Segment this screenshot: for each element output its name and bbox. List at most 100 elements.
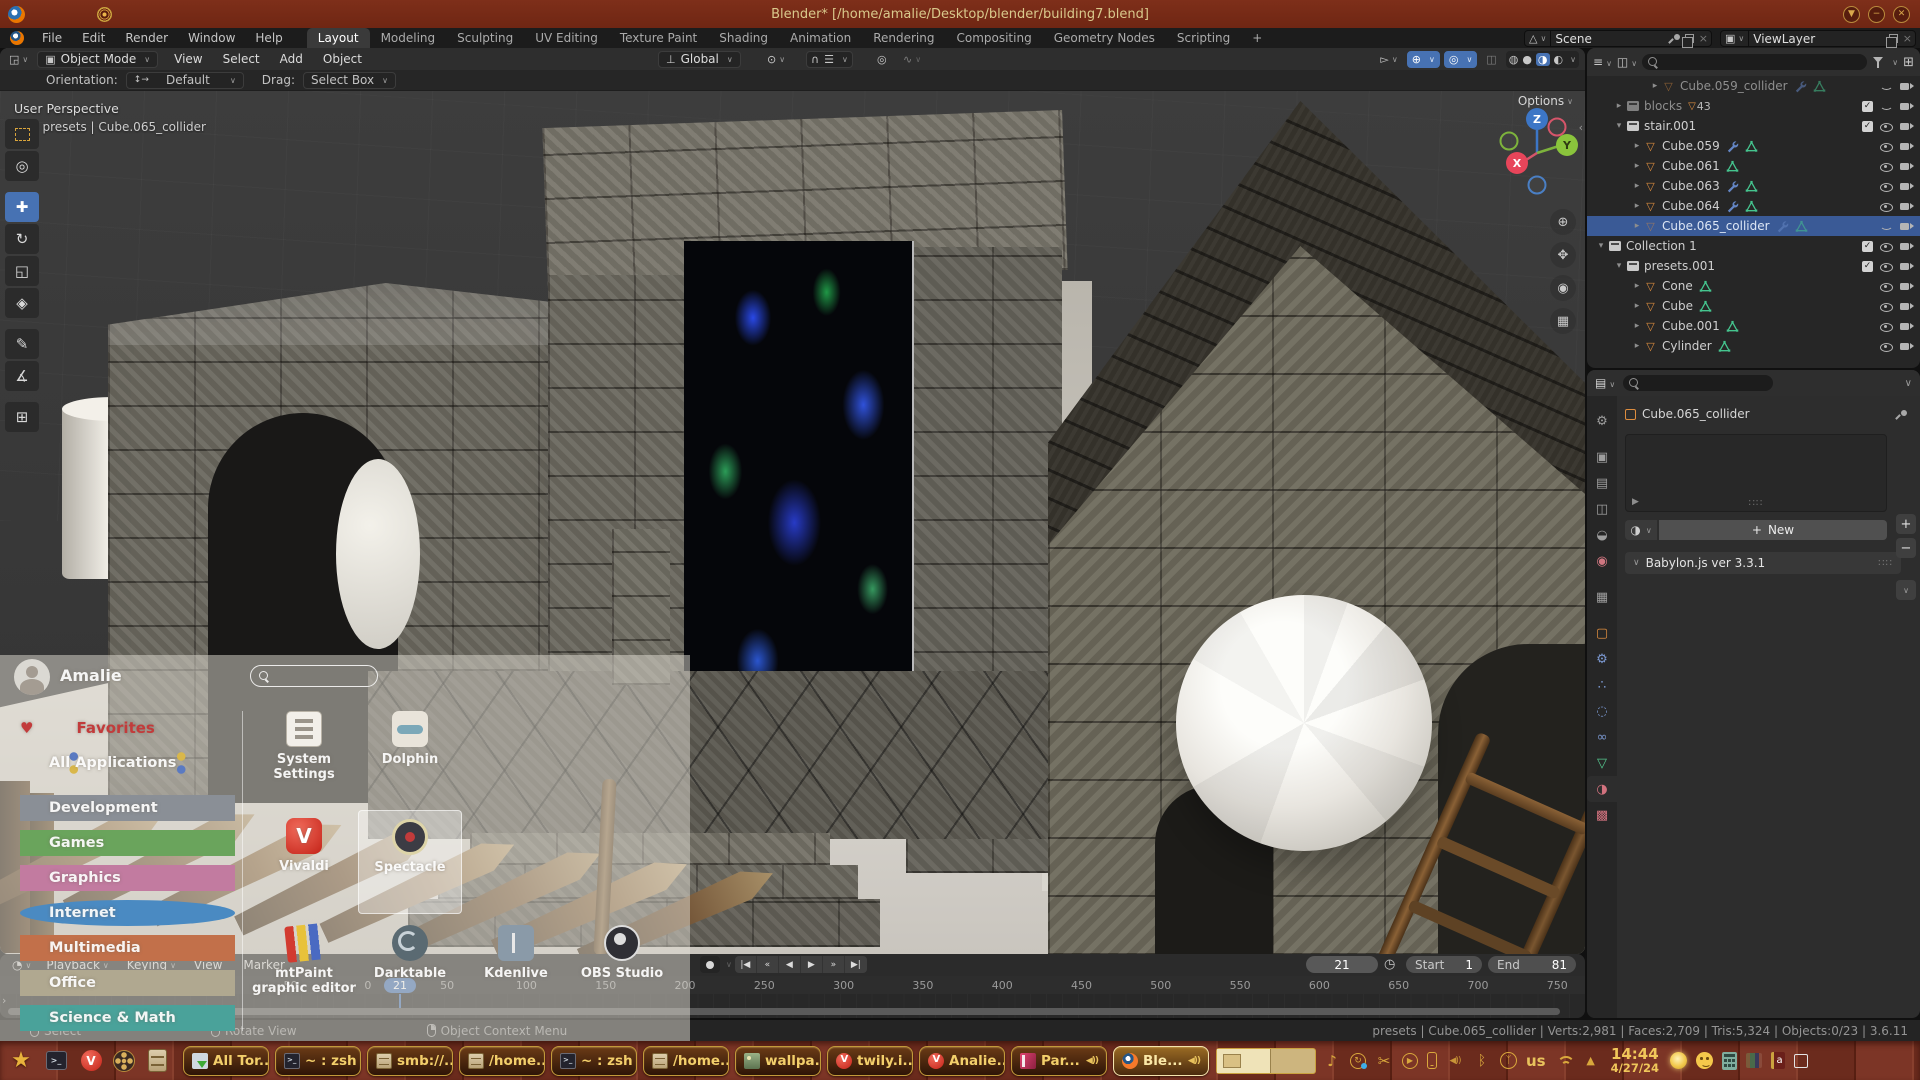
jump-to-start-button[interactable]: |◀ (735, 956, 757, 973)
navigation-gizmo[interactable]: Z Y X (1495, 105, 1579, 201)
gizmos-toggle[interactable]: ⊕∨ (1407, 51, 1440, 68)
tool-annotate[interactable]: ✎ (5, 329, 39, 359)
workspace-tab-rendering[interactable]: Rendering (862, 28, 945, 48)
minimize-window-button[interactable]: − (1868, 6, 1885, 23)
tool-rotate[interactable]: ↻ (5, 224, 39, 254)
end-frame-field[interactable]: End81 (1488, 956, 1576, 973)
emoji-picker-tray-icon[interactable] (1696, 1052, 1713, 1069)
object-menu[interactable]: Object (313, 49, 372, 69)
object-name[interactable]: stair.001 (1644, 119, 1696, 133)
current-frame-field[interactable]: 21 (1306, 956, 1378, 973)
new-collection-button[interactable]: ⊞ (1903, 55, 1914, 70)
window-menu[interactable]: Window (178, 28, 245, 48)
object-name[interactable]: Cube.064 (1662, 199, 1720, 213)
properties-tab-world[interactable]: ◉ (1587, 548, 1617, 574)
volume-tray-icon[interactable] (1446, 1051, 1464, 1071)
task-home-2[interactable]: /home... (643, 1046, 729, 1076)
help-menu[interactable]: Help (245, 28, 292, 48)
task-smb[interactable]: smb://... (367, 1046, 453, 1076)
outliner-display-mode-button[interactable]: ◫∨ (1617, 55, 1637, 69)
camera-visibility-icon[interactable] (1900, 200, 1914, 213)
task-wallpaper[interactable]: wallpa... (735, 1046, 821, 1076)
outliner-row-stair001[interactable]: ▽ stair.001 (1587, 116, 1920, 136)
virtual-desktop-pager[interactable] (1216, 1048, 1316, 1074)
remove-material-slot-button[interactable]: − (1896, 538, 1916, 558)
collection-checkbox[interactable] (1862, 261, 1873, 272)
camera-visibility-icon[interactable] (1900, 300, 1914, 313)
camera-visibility-icon[interactable] (1900, 180, 1914, 193)
play-reverse-button[interactable]: ◀ (779, 956, 801, 973)
outliner-row-cube061[interactable]: ▽ Cube.061 (1587, 156, 1920, 176)
camera-visibility-icon[interactable] (1900, 160, 1914, 173)
night-light-tray-icon[interactable] (1670, 1052, 1687, 1069)
pin-scene-icon[interactable] (1670, 33, 1681, 44)
library-tray-icon[interactable] (1746, 1053, 1762, 1068)
next-keyframe-button[interactable]: » (823, 956, 845, 973)
disclosure-triangle-icon[interactable] (1595, 241, 1607, 251)
show-desktop-button[interactable] (1794, 1054, 1808, 1068)
keying-menu[interactable]: Keying∨ (118, 958, 185, 972)
workspace-tab-compositing[interactable]: Compositing (945, 28, 1042, 48)
properties-tab-physics[interactable]: ◌ (1587, 698, 1617, 724)
orthographic-toggle-button[interactable]: ▦ (1550, 308, 1576, 334)
workspace-tab-layout[interactable]: Layout (307, 28, 370, 48)
eye-closed-icon[interactable] (1880, 100, 1893, 113)
eye-open-icon[interactable] (1880, 300, 1893, 313)
add-workspace-button[interactable]: + (1241, 28, 1273, 48)
workspace-tab-sculpting[interactable]: Sculpting (446, 28, 524, 48)
camera-visibility-icon[interactable] (1900, 140, 1914, 153)
disclosure-triangle-icon[interactable] (1613, 101, 1625, 111)
eye-open-icon[interactable] (1880, 280, 1893, 293)
browse-material-button[interactable]: ◑∨ (1625, 520, 1657, 540)
dictionary-tray-icon[interactable] (1771, 1052, 1785, 1069)
collection-checkbox[interactable] (1862, 121, 1873, 132)
object-name[interactable]: Cube (1662, 299, 1693, 313)
eye-open-icon[interactable] (1880, 200, 1893, 213)
timeline-scrollbar[interactable] (8, 1008, 1560, 1015)
marker-menu[interactable]: Marker (234, 958, 296, 972)
orientation-default-dropdown[interactable]: ↕→ Default∨ (126, 72, 244, 89)
eye-open-icon[interactable] (1880, 260, 1893, 273)
scene-name-field[interactable]: Scene (1551, 31, 1667, 46)
properties-tab-object-data[interactable]: ▽ (1587, 750, 1617, 776)
remove-view-layer-button[interactable]: × (1900, 32, 1915, 45)
properties-tab-object[interactable]: ▢ (1587, 620, 1617, 646)
workspace-tab-texture-paint[interactable]: Texture Paint (609, 28, 708, 48)
material-specials-dropdown[interactable]: ∨ (1896, 580, 1916, 600)
camera-visibility-icon[interactable] (1900, 320, 1914, 333)
task-zsh-1[interactable]: ~ : zsh ... (275, 1046, 361, 1076)
outliner-row-cube001[interactable]: ▽ Cube.001 (1587, 316, 1920, 336)
camera-visibility-icon[interactable] (1900, 260, 1914, 273)
eye-closed-icon[interactable] (1880, 220, 1893, 233)
properties-tab-particles[interactable]: ∴ (1587, 672, 1617, 698)
playhead[interactable] (399, 994, 401, 1008)
camera-visibility-icon[interactable] (1900, 100, 1914, 113)
workspace-tab-shading[interactable]: Shading (708, 28, 779, 48)
usb-devices-tray-icon[interactable] (1500, 1052, 1517, 1069)
app-launcher-button[interactable] (8, 1048, 34, 1074)
editor-type-button[interactable]: ◲∨ (4, 51, 33, 68)
workspace-tab-uv-editing[interactable]: UV Editing (524, 28, 609, 48)
disclosure-triangle-icon[interactable] (1631, 181, 1643, 191)
camera-visibility-icon[interactable] (1900, 340, 1914, 353)
tool-move[interactable]: ✚ (5, 192, 39, 222)
sidebar-collapse-arrow[interactable]: ‹ (1579, 121, 1583, 134)
properties-tab-view-layer[interactable]: ◫ (1587, 496, 1617, 522)
transform-orientation-dropdown[interactable]: ⊥ Global∨ (658, 51, 741, 68)
outliner-row-blocks[interactable]: ▽ blocks 43 (1587, 96, 1920, 116)
expand-tray-arrow[interactable] (1582, 1051, 1600, 1071)
babylon-panel-header[interactable]: ∨ Babylon.js ver 3.3.1 ∷∷ (1625, 552, 1901, 574)
slot-disclosure-icon[interactable]: ▶ (1632, 497, 1639, 507)
object-name[interactable]: Cube.061 (1662, 159, 1720, 173)
blender-logo-icon[interactable] (10, 31, 24, 45)
bluetooth-tray-icon[interactable] (1473, 1051, 1491, 1071)
disclosure-triangle-icon[interactable] (1631, 321, 1643, 331)
eye-open-icon[interactable] (1880, 160, 1893, 173)
timeline-ruler[interactable]: -200-150-100-500501001502002503003504004… (0, 976, 1585, 994)
pivot-point-dropdown[interactable]: ⊙∨ (762, 51, 790, 68)
disclosure-triangle-icon[interactable] (1631, 161, 1643, 171)
properties-editor-type-button[interactable]: ▤∨ (1595, 376, 1615, 390)
outliner-row-presets001[interactable]: ▽ presets.001 (1587, 256, 1920, 276)
auto-keying-toggle[interactable] (700, 956, 720, 973)
drag-mode-dropdown[interactable]: Select Box∨ (303, 72, 396, 89)
